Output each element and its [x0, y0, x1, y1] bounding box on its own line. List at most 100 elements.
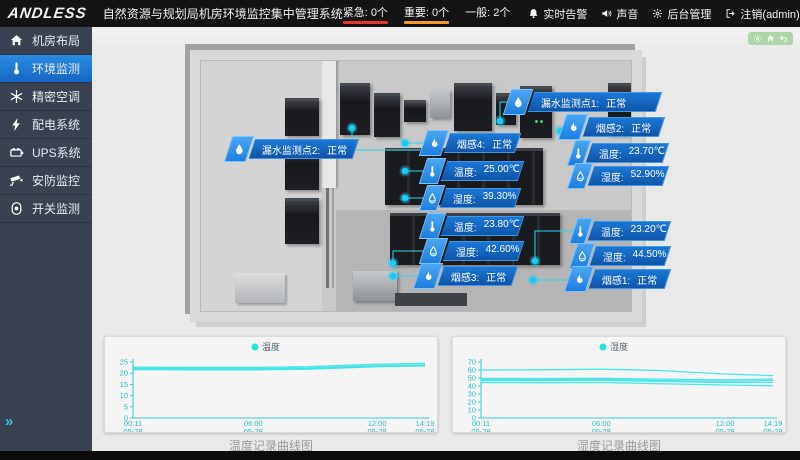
temperature-chart[interactable]: 温度051015202500:1105-2806:0005-2812:0005-…: [104, 336, 438, 433]
logout-button[interactable]: 注销(admin): [725, 6, 799, 22]
sensor-badge-leak-point-1[interactable]: 漏水监测点1: 正常: [507, 92, 659, 112]
sensor-value: 正常: [637, 272, 657, 287]
thermometer-icon: [0, 61, 32, 76]
x-tick-date: 05-28: [123, 427, 142, 432]
sensor-label: 温度:: [454, 219, 477, 234]
humidity-chart[interactable]: 湿度01020304050607000:1105-2806:0005-2812:…: [452, 336, 786, 433]
sidebar-item-label: 机房布局: [32, 32, 80, 49]
alarm-count-1[interactable]: 重要: 0个: [404, 4, 449, 24]
home-icon[interactable]: [766, 34, 775, 43]
realtime-alarm-button[interactable]: 实时告警: [528, 6, 587, 22]
sensor-badge-hum-c[interactable]: 湿度:42.60%: [423, 241, 521, 261]
sensor-badge-smoke-4[interactable]: 烟感4:正常: [423, 133, 518, 153]
x-tick-date: 05-28: [368, 427, 387, 432]
sidebar-item-power-system[interactable]: 配电系统: [0, 111, 92, 139]
sidebar-item-label: 精密空调: [32, 88, 80, 105]
sidebar-collapse-handle[interactable]: »: [5, 413, 11, 430]
sensor-value: 42.60%: [486, 244, 520, 259]
sidebar-item-security-monitor[interactable]: 安防监控: [0, 167, 92, 195]
bell-icon: [528, 8, 539, 19]
sound-button[interactable]: 声音: [601, 6, 638, 22]
snowflake-icon: [0, 89, 32, 104]
sensor-label: 温度:: [454, 164, 477, 179]
sensor-badge-hum-d[interactable]: 湿度: 44.50%: [573, 246, 668, 266]
sensor-badge-hum-a[interactable]: 湿度:52.90%: [571, 166, 666, 186]
sidebar-menu: 机房布局环境监测精密空调配电系统 UPS系统安防监控开关监测: [0, 27, 92, 223]
sidebar-item-room-layout[interactable]: 机房布局: [0, 27, 92, 55]
legend-marker[interactable]: [252, 344, 259, 351]
y-tick-label: 20: [120, 369, 128, 378]
admin-button[interactable]: 后台管理: [652, 6, 711, 22]
sensor-label: 烟感2:: [596, 120, 624, 135]
sensor-label: 漏水监测点2:: [262, 142, 320, 157]
alarm-count-0[interactable]: 紧急: 0个: [343, 4, 388, 24]
sensor-badge-smoke-2[interactable]: 烟感2: 正常: [562, 117, 662, 137]
bottom-status-bar: [0, 451, 800, 460]
x-tick-date: 05-28: [763, 427, 782, 432]
x-tick-date: 05-28: [244, 427, 263, 432]
y-tick-label: 5: [124, 402, 128, 411]
sidebar-item-ups-system[interactable]: UPS系统: [0, 139, 92, 167]
sensor-label: 湿度:: [603, 249, 626, 264]
speaker-icon: [601, 8, 612, 19]
sidebar-item-env-monitor[interactable]: 环境监测: [0, 55, 92, 83]
sensor-badge-leak-point-2[interactable]: 漏水监测点2: 正常: [228, 139, 356, 159]
topbar-buttons: 实时告警声音后台管理注销(admin): [528, 6, 799, 22]
sensor-value: 正常: [631, 120, 651, 135]
sensor-label: 烟感3:: [451, 269, 479, 284]
sidebar-item-label: 安防监控: [32, 172, 80, 189]
home-icon: [0, 33, 32, 48]
y-tick-label: 60: [468, 366, 476, 375]
map-toolbar[interactable]: [748, 32, 793, 45]
sidebar-item-precision-ac[interactable]: 精密空调: [0, 83, 92, 111]
sidebar-item-label: 配电系统: [32, 116, 80, 133]
x-tick-date: 05-28: [471, 427, 490, 432]
sensor-value: 44.50%: [633, 249, 667, 264]
alarm-summary: 紧急: 0个重要: 0个一般: 2个: [343, 4, 511, 24]
alarm-count-2[interactable]: 一般: 2个: [465, 4, 510, 24]
settings-icon[interactable]: [753, 34, 762, 43]
y-tick-label: 30: [468, 390, 476, 399]
switch-icon: [0, 201, 32, 216]
sensor-value: 23.70℃: [629, 146, 665, 161]
sensor-label: 漏水监测点1:: [541, 95, 599, 110]
system-title: 自然资源与规划局机房环境监控集中管理系统: [103, 5, 343, 22]
sensor-badge-temp-c[interactable]: 温度: 23.80℃: [423, 216, 521, 236]
sensor-value: 23.20℃: [631, 224, 667, 239]
y-tick-label: 70: [468, 358, 476, 367]
cctv-icon: [0, 173, 32, 188]
y-tick-label: 15: [120, 380, 128, 389]
brand-logo: ANDLESS: [7, 5, 88, 22]
sensor-badge-hum-b[interactable]: 湿度: 39.30%: [423, 188, 518, 208]
legend-label[interactable]: 湿度: [610, 341, 628, 352]
chart-canvas: 湿度01020304050607000:1105-2806:0005-2812:…: [453, 337, 785, 432]
sensor-label: 烟感4:: [457, 136, 485, 151]
series-line-湿度1: [481, 369, 773, 375]
sensor-label: 温度:: [599, 146, 622, 161]
sensor-value: 39.30%: [483, 191, 517, 206]
sensor-badge-temp-a[interactable]: 温度: 23.70℃: [571, 143, 666, 163]
sidebar-item-switch-monitor[interactable]: 开关监测: [0, 195, 92, 223]
sensor-value: 正常: [606, 95, 626, 110]
battery-icon: [0, 145, 32, 160]
sensor-badge-temp-d[interactable]: 温度: 23.20℃: [573, 221, 668, 241]
alarm-underline: [404, 21, 449, 24]
gear-icon: [652, 8, 663, 19]
x-tick-date: 05-28: [415, 427, 434, 432]
sensor-badge-temp-b[interactable]: 温度:25.00℃: [423, 161, 521, 181]
y-tick-label: 50: [468, 374, 476, 383]
sensor-label: 湿度:: [453, 191, 476, 206]
legend-label[interactable]: 温度: [262, 341, 280, 352]
legend-marker[interactable]: [600, 344, 607, 351]
sensor-value: 23.80℃: [484, 219, 520, 234]
app-window: ANDLESS 自然资源与规划局机房环境监控集中管理系统 紧急: 0个重要: 0…: [0, 0, 800, 460]
back-icon[interactable]: [779, 34, 788, 43]
sensor-badge-smoke-1[interactable]: 烟感1: 正常: [568, 269, 668, 289]
alarm-underline: [343, 21, 388, 24]
sensor-badge-smoke-3[interactable]: 烟感3:正常: [417, 266, 515, 286]
sensor-label: 温度:: [601, 224, 624, 239]
sensor-label: 烟感1:: [602, 272, 630, 287]
sensor-value: 正常: [327, 142, 347, 157]
y-tick-label: 10: [120, 391, 128, 400]
sensor-value: 52.90%: [631, 169, 665, 184]
